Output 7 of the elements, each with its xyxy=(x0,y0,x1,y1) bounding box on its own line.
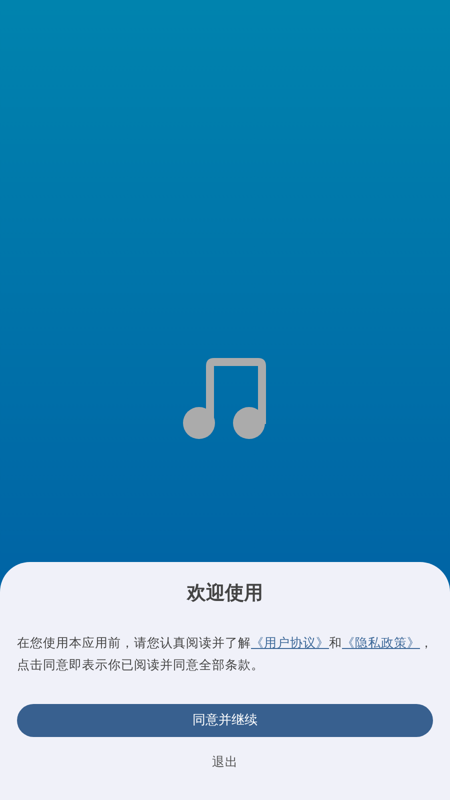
dialog-title: 欢迎使用 xyxy=(186,581,264,606)
agree-button[interactable]: 同意并继续 xyxy=(17,704,433,737)
agreement-link[interactable]: 《隐私政策》 xyxy=(342,635,420,650)
agreement-link[interactable]: 《用户协议》 xyxy=(251,635,329,650)
music-note-icon xyxy=(182,356,268,442)
agreement-text: 在您使用本应用前，请您认真阅读并了解《用户协议》和《隐私政策》，点击同意即表示你已阅读并同意全部条款。 xyxy=(17,634,433,674)
exit-button[interactable]: 退出 xyxy=(204,749,246,776)
